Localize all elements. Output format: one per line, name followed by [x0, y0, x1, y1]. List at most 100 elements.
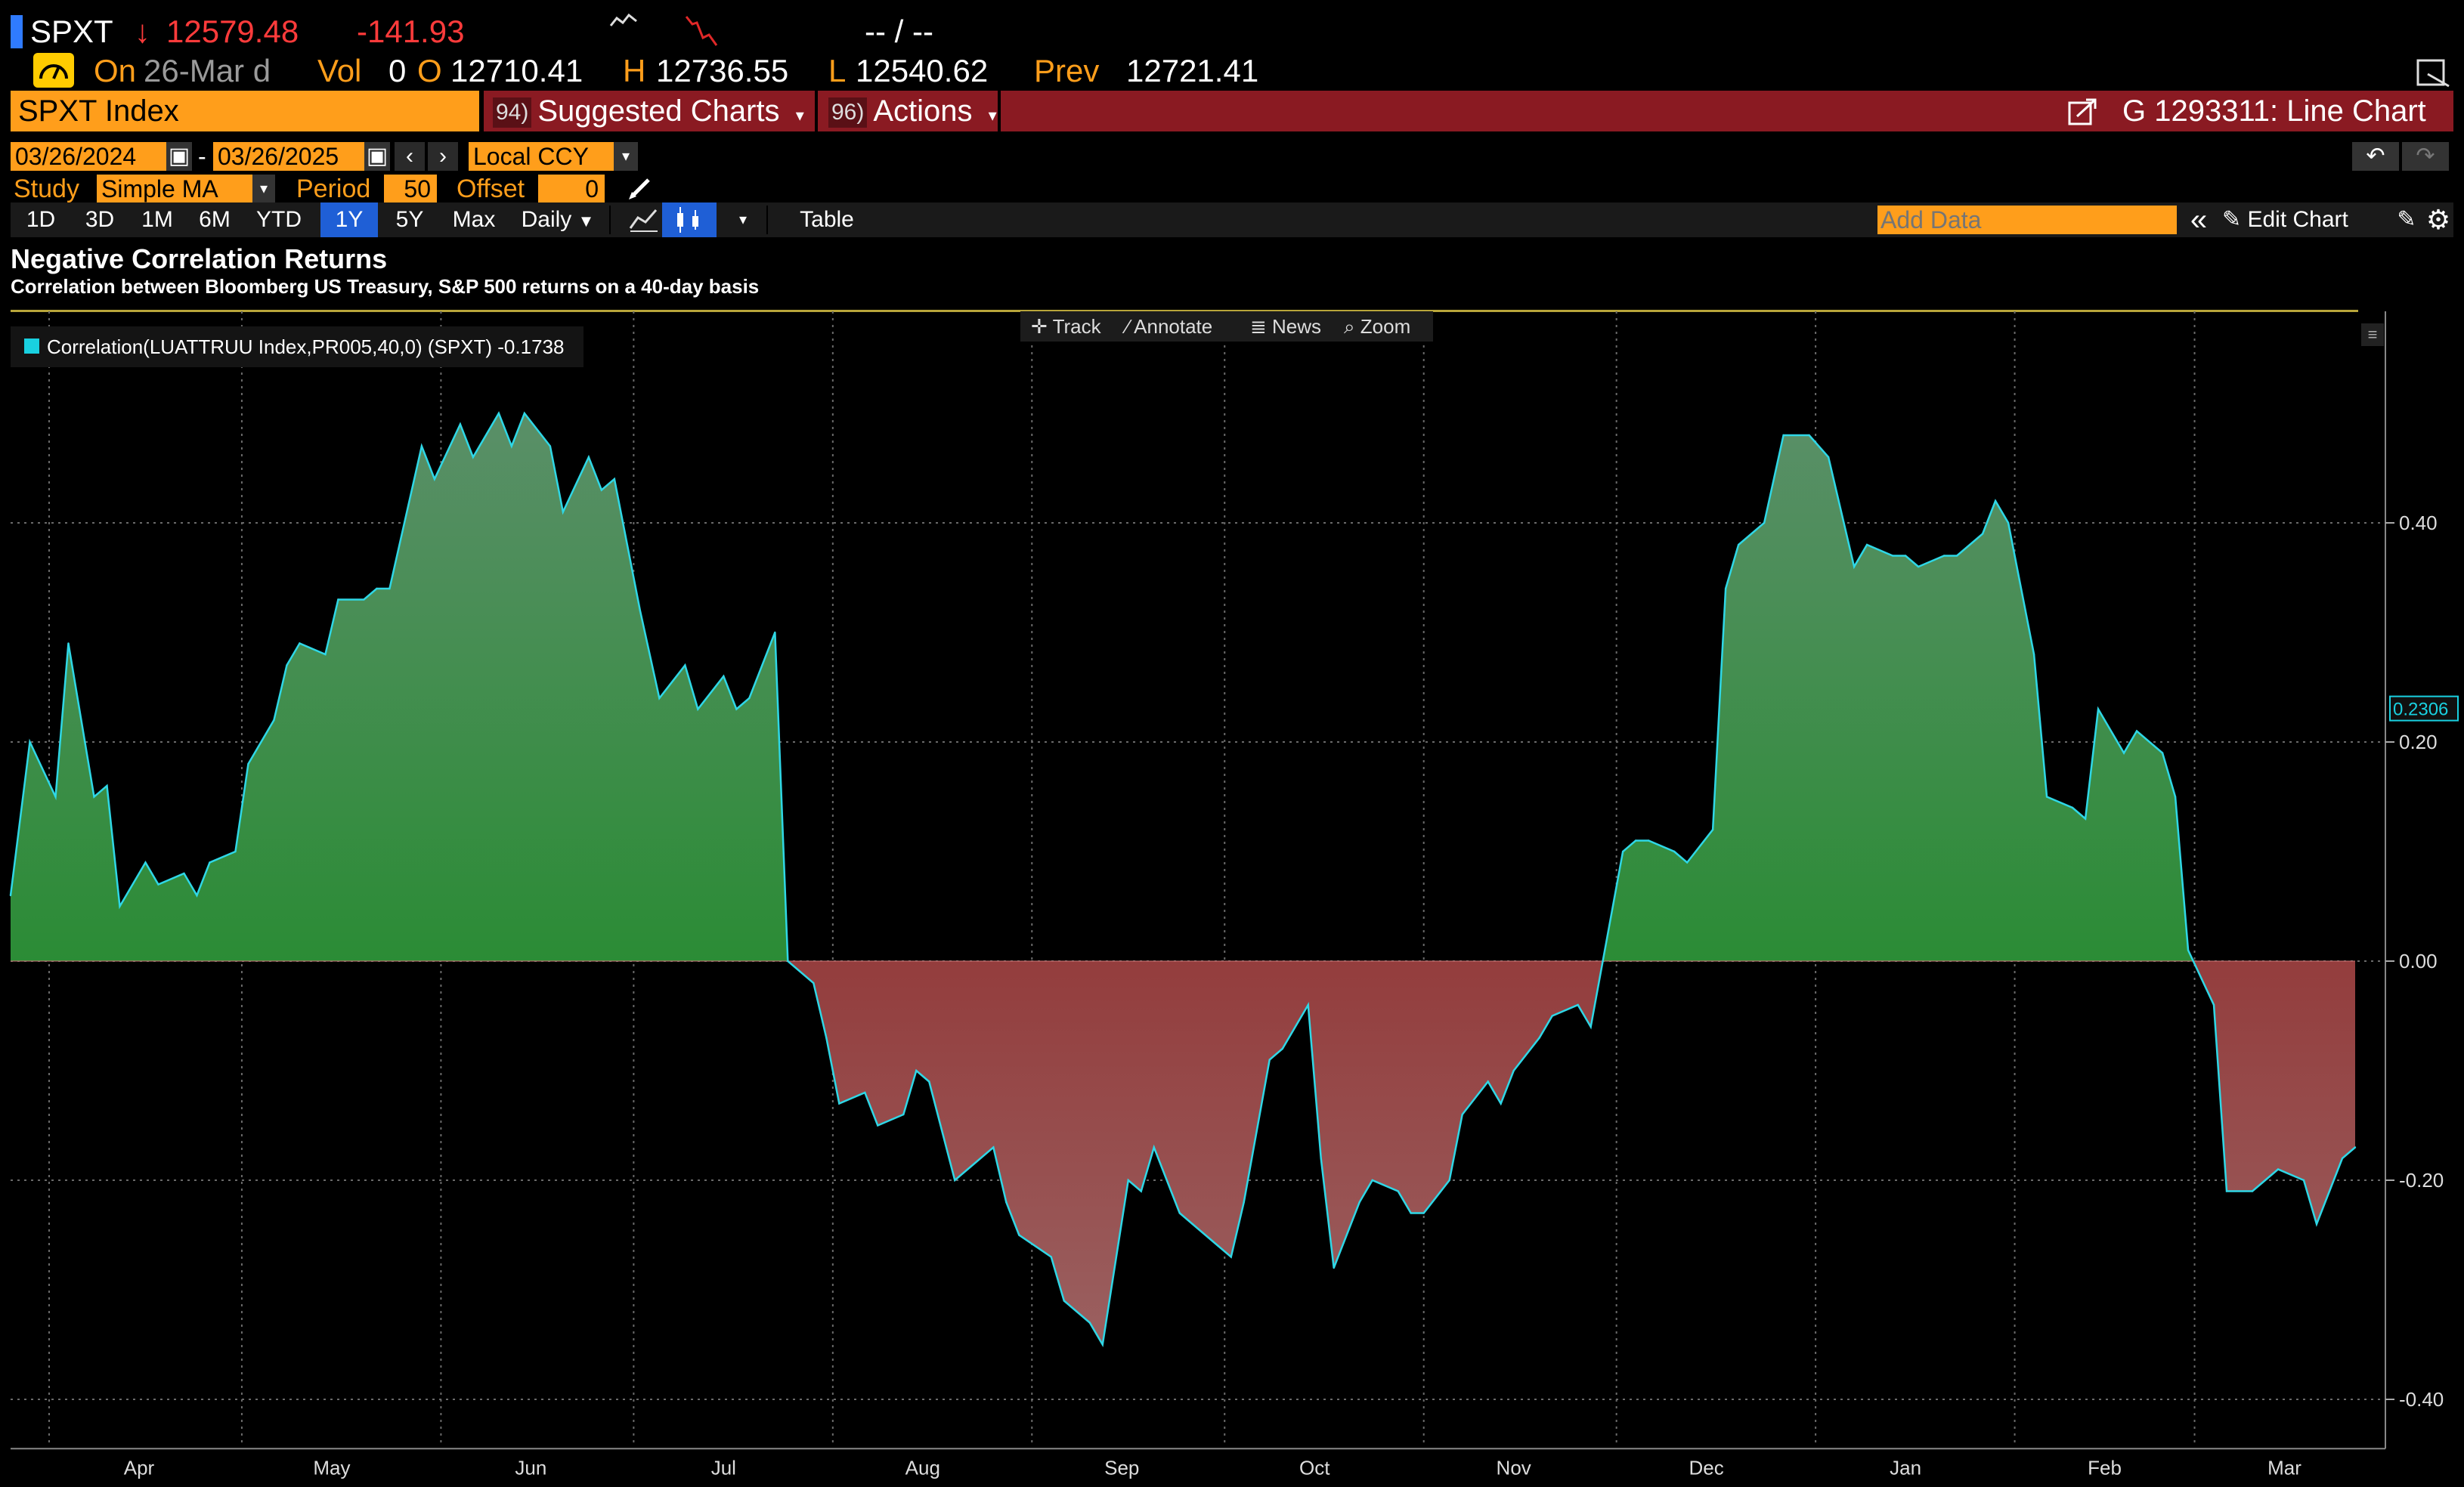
data-point — [562, 511, 565, 513]
offset-input[interactable]: 0 — [538, 175, 605, 203]
chevron-down-icon[interactable]: ▾ — [252, 175, 275, 203]
range-6m[interactable]: 6M — [186, 202, 243, 237]
data-point — [2161, 752, 2164, 754]
range-1y[interactable]: 1Y — [320, 202, 378, 237]
data-point — [992, 1146, 995, 1148]
range-3d[interactable]: 3D — [71, 202, 128, 237]
gear-icon[interactable]: ⚙ — [2423, 202, 2453, 237]
export-icon[interactable] — [2068, 98, 2098, 125]
study-select[interactable]: Simple MA — [97, 175, 252, 203]
edit-icon[interactable]: ✎ — [2391, 202, 2422, 237]
data-point — [67, 642, 70, 645]
data-point — [1487, 1080, 1489, 1083]
data-point — [1153, 1146, 1155, 1148]
data-point — [2135, 730, 2138, 732]
range-max[interactable]: Max — [441, 202, 506, 237]
low-label: L — [828, 53, 847, 88]
x-tick-label: May — [313, 1456, 350, 1479]
previous-period-button[interactable]: ‹ — [395, 142, 425, 171]
data-point — [54, 796, 57, 798]
data-point — [587, 456, 590, 459]
data-point — [1904, 555, 1907, 557]
data-point — [1063, 1300, 1065, 1302]
calendar-icon[interactable]: ▣ — [364, 142, 390, 171]
actions-number: 96) — [828, 97, 868, 128]
data-point — [157, 883, 159, 886]
data-point — [1101, 1343, 1104, 1346]
correlation-chart[interactable]: 0.40 0.20 0.00 -0.20 -0.40 0.2306 Apr May Jun Jul… — [0, 311, 2464, 1487]
table-button[interactable]: Table — [774, 202, 880, 237]
redo-icon[interactable]: ↷ — [2402, 142, 2449, 171]
range-1m[interactable]: 1M — [128, 202, 186, 237]
date-separator: - — [198, 143, 206, 170]
data-point — [1127, 1179, 1129, 1182]
x-tick-label: Nov — [1497, 1456, 1531, 1479]
data-point — [273, 719, 275, 722]
candlestick-icon[interactable] — [662, 202, 717, 237]
edit-chart-button[interactable]: ✎ Edit Chart — [2222, 202, 2388, 237]
range-5y[interactable]: 5Y — [381, 202, 438, 237]
data-point — [735, 708, 738, 710]
data-point — [2097, 708, 2100, 710]
chevron-down-icon[interactable]: ▾ — [724, 202, 762, 237]
next-period-button[interactable]: › — [428, 142, 458, 171]
start-date-field[interactable]: 03/26/2024 — [11, 142, 166, 171]
security-field[interactable]: SPXT Index — [11, 91, 479, 131]
data-point — [510, 445, 513, 447]
data-point — [1994, 499, 1997, 502]
end-date-field[interactable]: 03/26/2025 — [213, 142, 364, 171]
data-point — [93, 796, 95, 798]
data-point — [1621, 850, 1624, 853]
data-point — [106, 784, 108, 787]
data-point — [1512, 1069, 1515, 1072]
data-point — [2315, 1223, 2318, 1226]
data-point — [2187, 949, 2190, 951]
news-tool[interactable]: ≣ News — [1250, 311, 1321, 342]
ticker-marker — [11, 15, 23, 48]
calendar-icon[interactable]: ▣ — [166, 142, 192, 171]
track-label: Track — [1052, 315, 1101, 338]
data-point — [376, 587, 378, 590]
data-point — [1268, 1059, 1271, 1061]
gauge-icon[interactable] — [33, 53, 74, 88]
data-point — [1685, 861, 1689, 864]
panel-toggle-icon[interactable]: ≡ — [2361, 323, 2384, 346]
pencil-icon[interactable] — [627, 174, 655, 201]
chevron-down-icon: ▾ — [795, 106, 804, 125]
range-ytd[interactable]: YTD — [243, 202, 314, 237]
line-chart-icon[interactable] — [629, 207, 659, 233]
track-tool[interactable]: ✛ Track — [1031, 311, 1101, 342]
y-tick-label: 0.40 — [2399, 512, 2438, 534]
chart-overlay-tools: ✛ Track ∕ Annotate ≣ News ⌕ Zoom — [1020, 311, 1433, 342]
data-point — [1088, 1322, 1091, 1324]
collapse-left-icon[interactable]: « — [2180, 202, 2218, 237]
data-point — [209, 861, 211, 864]
data-point — [2122, 752, 2125, 754]
zoom-tool[interactable]: ⌕ Zoom — [1344, 311, 1410, 342]
data-point — [286, 664, 288, 666]
frequency-select[interactable]: Daily ▼ — [512, 202, 603, 237]
period-input[interactable]: 50 — [384, 175, 437, 203]
actions-button[interactable]: 96) Actions ▾ — [828, 91, 997, 131]
annotate-tool[interactable]: ∕ Annotate — [1126, 311, 1212, 342]
toolbar-divider — [609, 206, 611, 234]
y-tick-label: 0.20 — [2399, 731, 2438, 753]
undo-icon[interactable]: ↶ — [2352, 142, 2399, 171]
data-point — [1981, 533, 1984, 535]
data-point — [954, 1179, 956, 1182]
data-point — [1140, 1190, 1142, 1192]
data-point — [1333, 1266, 1335, 1269]
ticker-symbol[interactable]: SPXT — [30, 14, 113, 49]
currency-select[interactable]: Local CCY — [469, 142, 614, 171]
data-point — [1500, 1102, 1502, 1105]
data-point — [247, 762, 249, 765]
range-1d[interactable]: 1D — [11, 202, 71, 237]
prev-value: 12721.41 — [1126, 53, 1259, 88]
data-point — [324, 653, 327, 656]
chart-legend[interactable]: Correlation(LUATTRUU Index,PR005,40,0) (… — [11, 326, 583, 367]
suggested-charts-button[interactable]: 94) Suggested Charts ▾ — [493, 91, 804, 131]
chevron-down-icon[interactable]: ▾ — [614, 142, 638, 171]
popout-icon[interactable] — [2416, 56, 2453, 89]
down-arrow-icon: ↓ — [135, 14, 150, 49]
add-data-input[interactable] — [1877, 206, 2177, 234]
